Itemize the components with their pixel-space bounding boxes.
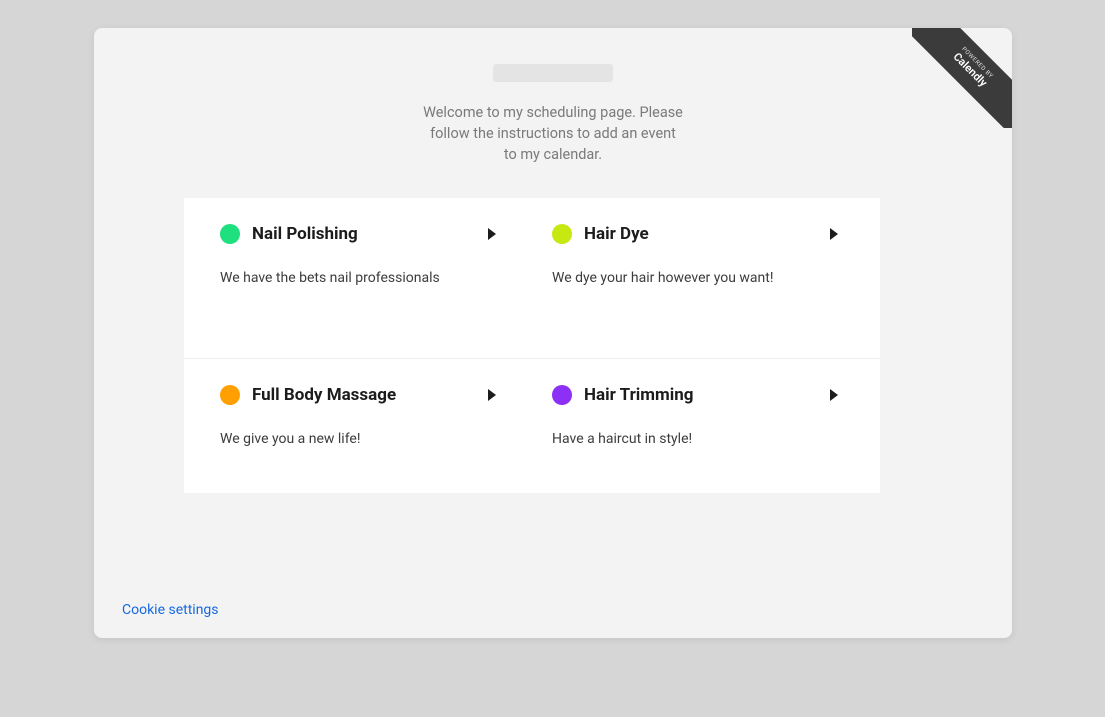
events-panel: Nail Polishing We have the bets nail pro…	[184, 198, 880, 493]
scheduling-card: POWERED BY Calendly Welcome to my schedu…	[94, 28, 1012, 638]
event-title: Hair Trimming	[584, 385, 694, 405]
chevron-right-icon	[830, 389, 838, 401]
chevron-right-icon	[488, 228, 496, 240]
event-color-dot	[552, 224, 572, 244]
event-color-dot	[552, 385, 572, 405]
cookie-settings-link[interactable]: Cookie settings	[122, 602, 219, 618]
chevron-right-icon	[488, 389, 496, 401]
event-head: Full Body Massage	[220, 385, 496, 405]
event-color-dot	[220, 385, 240, 405]
event-head: Nail Polishing	[220, 224, 496, 244]
event-card-hair-dye[interactable]: Hair Dye We dye your hair however you wa…	[532, 198, 880, 358]
event-title: Hair Dye	[584, 224, 649, 244]
event-card-nail-polishing[interactable]: Nail Polishing We have the bets nail pro…	[184, 198, 532, 358]
host-name-placeholder	[493, 64, 613, 82]
event-description: We have the bets nail professionals	[220, 270, 496, 286]
chevron-right-icon	[830, 228, 838, 240]
event-description: Have a haircut in style!	[552, 431, 844, 447]
event-head: Hair Dye	[552, 224, 844, 244]
event-card-hair-trimming[interactable]: Hair Trimming Have a haircut in style!	[532, 358, 880, 493]
event-title: Nail Polishing	[252, 224, 358, 244]
event-card-full-body-massage[interactable]: Full Body Massage We give you a new life…	[184, 358, 532, 493]
event-color-dot	[220, 224, 240, 244]
event-head: Hair Trimming	[552, 385, 844, 405]
event-description: We dye your hair however you want!	[552, 270, 844, 286]
header: Welcome to my scheduling page. Please fo…	[94, 28, 1012, 185]
welcome-text: Welcome to my scheduling page. Please fo…	[423, 102, 683, 165]
event-description: We give you a new life!	[220, 431, 496, 447]
event-title: Full Body Massage	[252, 385, 396, 405]
